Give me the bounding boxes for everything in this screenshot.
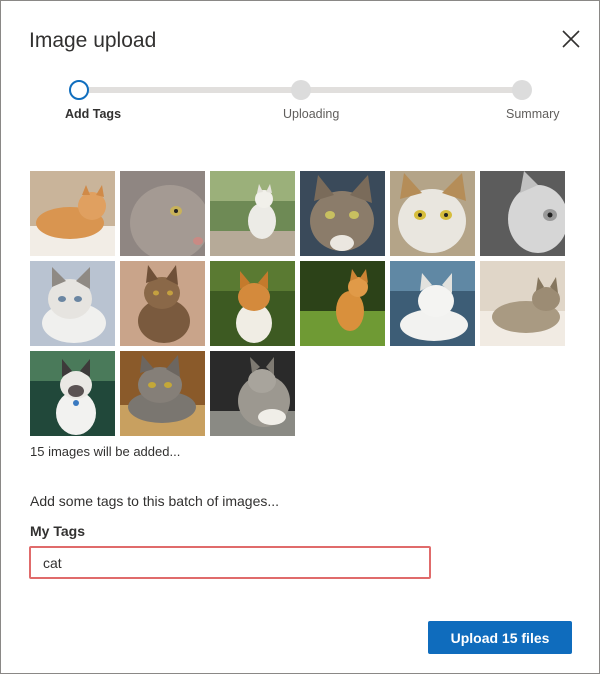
- cat-thumbnail: [210, 351, 295, 436]
- cat-thumbnail: [300, 171, 385, 256]
- cat-thumbnail: [30, 171, 115, 256]
- cat-thumbnail: [390, 171, 475, 256]
- cat-thumbnail: [480, 171, 565, 256]
- step-dot-summary: [512, 80, 532, 100]
- cat-thumbnail: [210, 261, 295, 346]
- thumbnail-grid: [30, 171, 566, 436]
- step-label-summary: Summary: [506, 107, 560, 121]
- cat-thumbnail: [300, 261, 385, 346]
- cat-thumbnail: [120, 171, 205, 256]
- my-tags-label: My Tags: [30, 523, 85, 539]
- tag-prompt: Add some tags to this batch of images...: [30, 493, 280, 509]
- tags-input[interactable]: [29, 546, 431, 579]
- step-label-uploading: Uploading: [283, 107, 340, 121]
- step-label-add-tags: Add Tags: [65, 107, 122, 121]
- step-dot-uploading: [291, 80, 311, 100]
- progress-stepper: Add Tags Uploading Summary: [1, 1, 600, 131]
- cat-thumbnail: [480, 261, 565, 346]
- cat-thumbnail: [120, 351, 205, 436]
- cat-thumbnail: [120, 261, 205, 346]
- image-count-text: 15 images will be added...: [30, 444, 181, 459]
- cat-thumbnail: [30, 351, 115, 436]
- image-upload-dialog: Image upload Add Tags Uploading Summary: [0, 0, 600, 674]
- step-dot-add-tags: [69, 80, 89, 100]
- cat-thumbnail: [390, 261, 475, 346]
- cat-thumbnail: [210, 171, 295, 256]
- cat-thumbnail: [30, 261, 115, 346]
- upload-button[interactable]: Upload 15 files: [428, 621, 572, 654]
